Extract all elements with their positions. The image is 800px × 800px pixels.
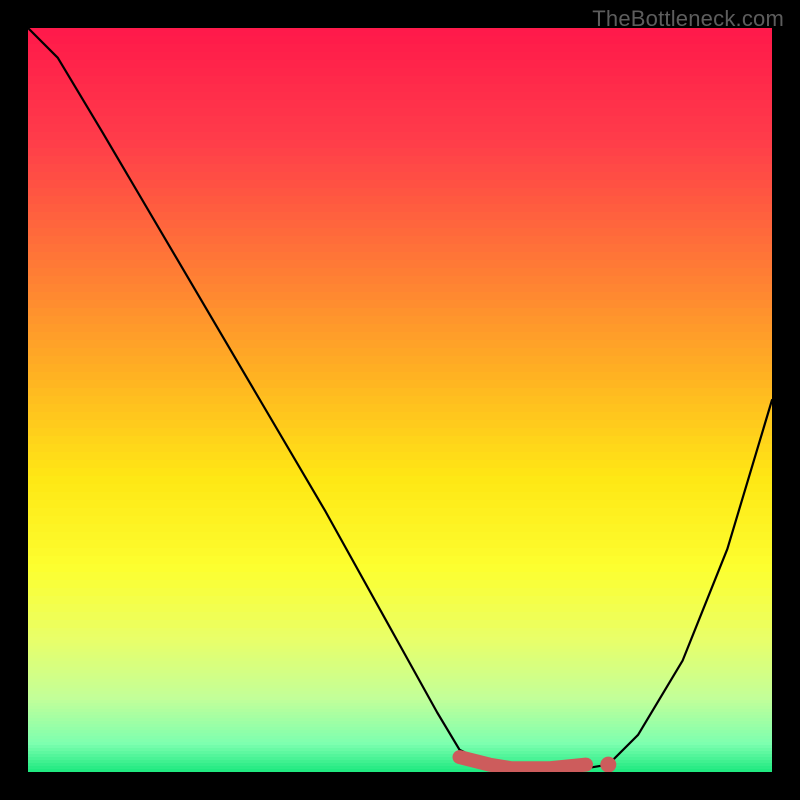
plot-area xyxy=(28,28,772,772)
chart-frame: TheBottleneck.com xyxy=(0,0,800,800)
marker-point-icon xyxy=(600,757,616,772)
watermark-label: TheBottleneck.com xyxy=(592,6,784,32)
optimal-range-highlight xyxy=(28,28,772,772)
